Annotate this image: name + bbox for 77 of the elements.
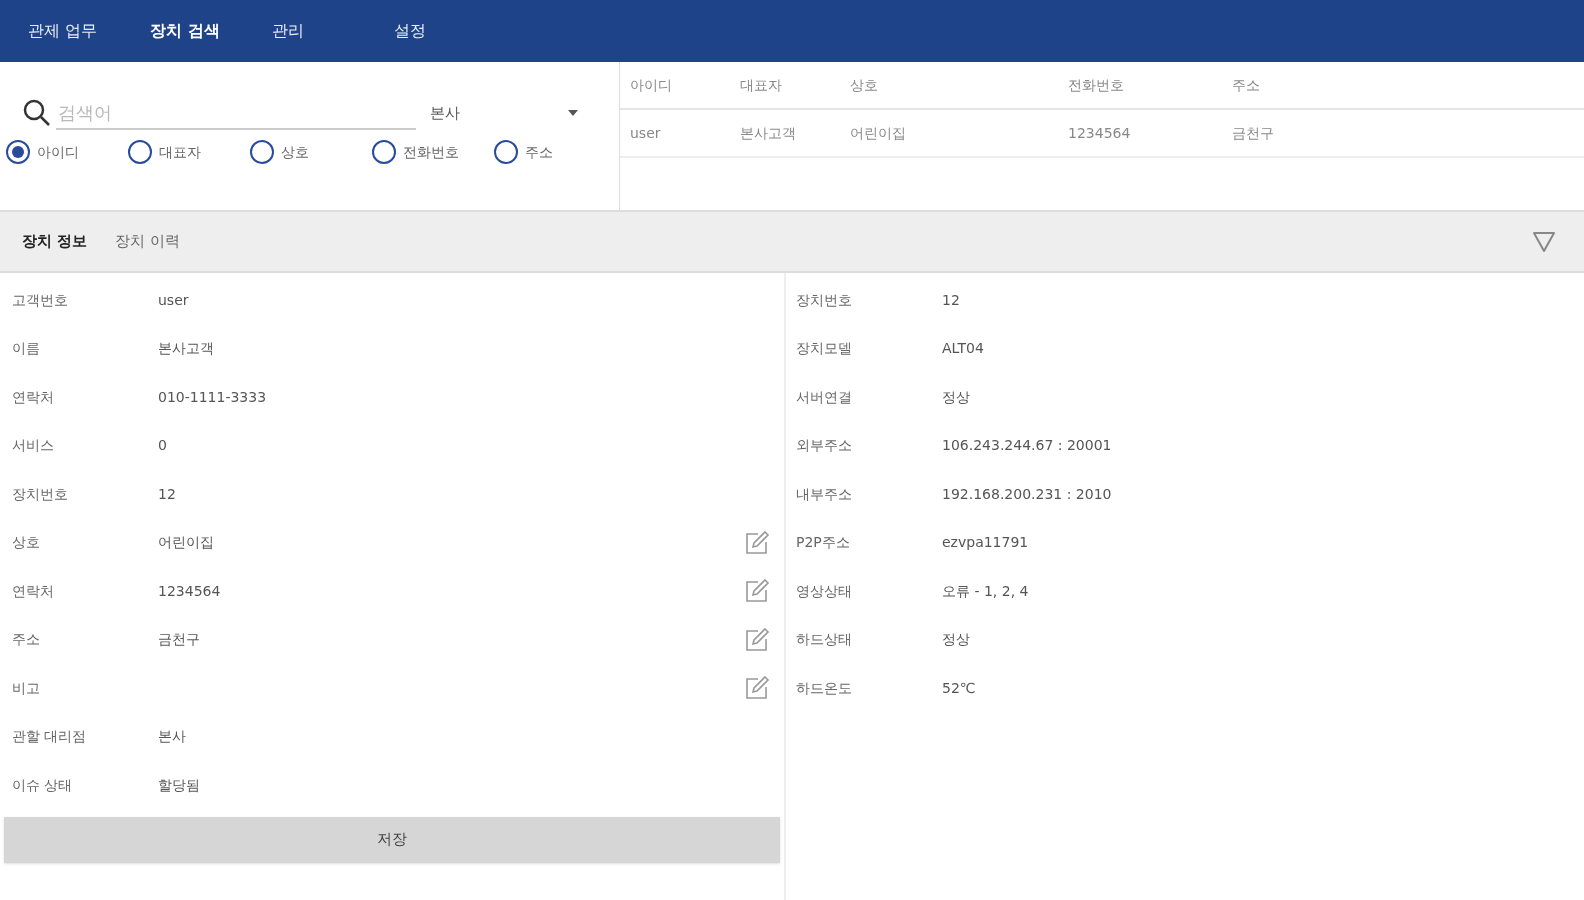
field-value: 12 (942, 290, 961, 310)
column-header: 아이디 (630, 75, 673, 95)
radio-button[interactable] (6, 140, 30, 164)
field-label: 비고 (12, 678, 41, 698)
table-cell-text: 어린이집 (850, 123, 907, 143)
field-value: 정상 (942, 387, 971, 407)
field-label: P2P주소 (796, 533, 851, 553)
table-cell-text: 금천구 (1232, 123, 1275, 143)
edit-icon[interactable] (744, 578, 770, 605)
field-label: 외부주소 (796, 436, 853, 456)
radio-label: 대표자 (159, 142, 201, 162)
table-cell-text: 1234564 (1068, 123, 1132, 143)
field-value: 010-1111-3333 (158, 387, 268, 407)
branch-dropdown[interactable]: 본사 (430, 96, 578, 130)
field-value: 0 (158, 436, 168, 456)
field-value: 본사 (158, 727, 187, 747)
radio-button[interactable] (494, 140, 518, 164)
field-label: 장치모델 (796, 339, 853, 359)
column-header: 상호 (850, 75, 879, 95)
save-button[interactable]: 저장 (4, 816, 780, 863)
column-header: 대표자 (740, 75, 783, 95)
field-value: ALT04 (942, 339, 985, 359)
field-label: 서비스 (12, 436, 55, 456)
field-label: 하드상태 (796, 630, 853, 650)
filter-icon[interactable] (1532, 230, 1556, 253)
search-field[interactable]: 검색어 (56, 96, 416, 130)
table-cell-text: user (630, 123, 662, 143)
field-value: 1234564 (158, 581, 222, 601)
field-label: 서버연결 (796, 387, 853, 407)
radio-label: 주소 (525, 142, 553, 162)
table-row[interactable]: user 본사고객 어린이집 1234564 금천구 (620, 110, 1584, 158)
field-label: 이름 (12, 339, 41, 359)
field-label: 내부주소 (796, 484, 853, 504)
radio-button[interactable] (372, 140, 396, 164)
field-label: 연락처 (12, 581, 55, 601)
field-value: 192.168.200.231 : 2010 (942, 484, 1113, 504)
field-label: 이슈 상태 (12, 775, 74, 795)
field-value: 오류 - 1, 2, 4 (942, 581, 1030, 601)
radio-label: 아이디 (37, 142, 79, 162)
tab[interactable]: 장치 이력 (101, 230, 194, 253)
nav-tab[interactable]: 관리 (272, 19, 394, 43)
column-header: 주소 (1232, 75, 1261, 95)
column-header: 전화번호 (1068, 75, 1125, 95)
field-label: 상호 (12, 533, 41, 553)
field-label: 하드온도 (796, 678, 853, 698)
caret-icon (568, 110, 578, 116)
field-value: user (158, 290, 190, 310)
radio-label: 전화번호 (403, 142, 459, 162)
field-label: 장치번호 (796, 290, 853, 310)
radio-label: 상호 (281, 142, 309, 162)
nav-tab[interactable]: 설정 (394, 19, 516, 43)
field-value: ezvpa11791 (942, 533, 1030, 553)
tab[interactable]: 장치 정보 (8, 230, 102, 253)
field-value: 52℃ (942, 678, 977, 698)
nav-tab[interactable]: 장치 검색 (150, 19, 272, 43)
field-label: 장치번호 (12, 484, 69, 504)
edit-icon[interactable] (744, 675, 770, 702)
field-label: 영상상태 (796, 581, 853, 601)
edit-icon[interactable] (744, 626, 770, 653)
field-label: 연락처 (12, 387, 55, 407)
field-label: 관할 대리점 (12, 727, 88, 747)
field-value: 정상 (942, 630, 971, 650)
field-label: 고객번호 (12, 290, 69, 310)
table-cell-text: 본사고객 (740, 123, 797, 143)
edit-icon[interactable] (744, 529, 770, 556)
radio-button[interactable] (128, 140, 152, 164)
field-value: 본사고객 (158, 339, 215, 359)
field-value: 어린이집 (158, 533, 215, 553)
search-icon (22, 98, 52, 128)
field-value: 106.243.244.67 : 20001 (942, 436, 1113, 456)
radio-button[interactable] (250, 140, 274, 164)
nav-tab[interactable]: 관제 업무 (28, 19, 150, 43)
field-value: 금천구 (158, 630, 201, 650)
field-value: 12 (158, 484, 177, 504)
field-label: 주소 (12, 630, 41, 650)
field-value: 할당됨 (158, 775, 201, 795)
branch-value: 본사 (430, 102, 460, 124)
